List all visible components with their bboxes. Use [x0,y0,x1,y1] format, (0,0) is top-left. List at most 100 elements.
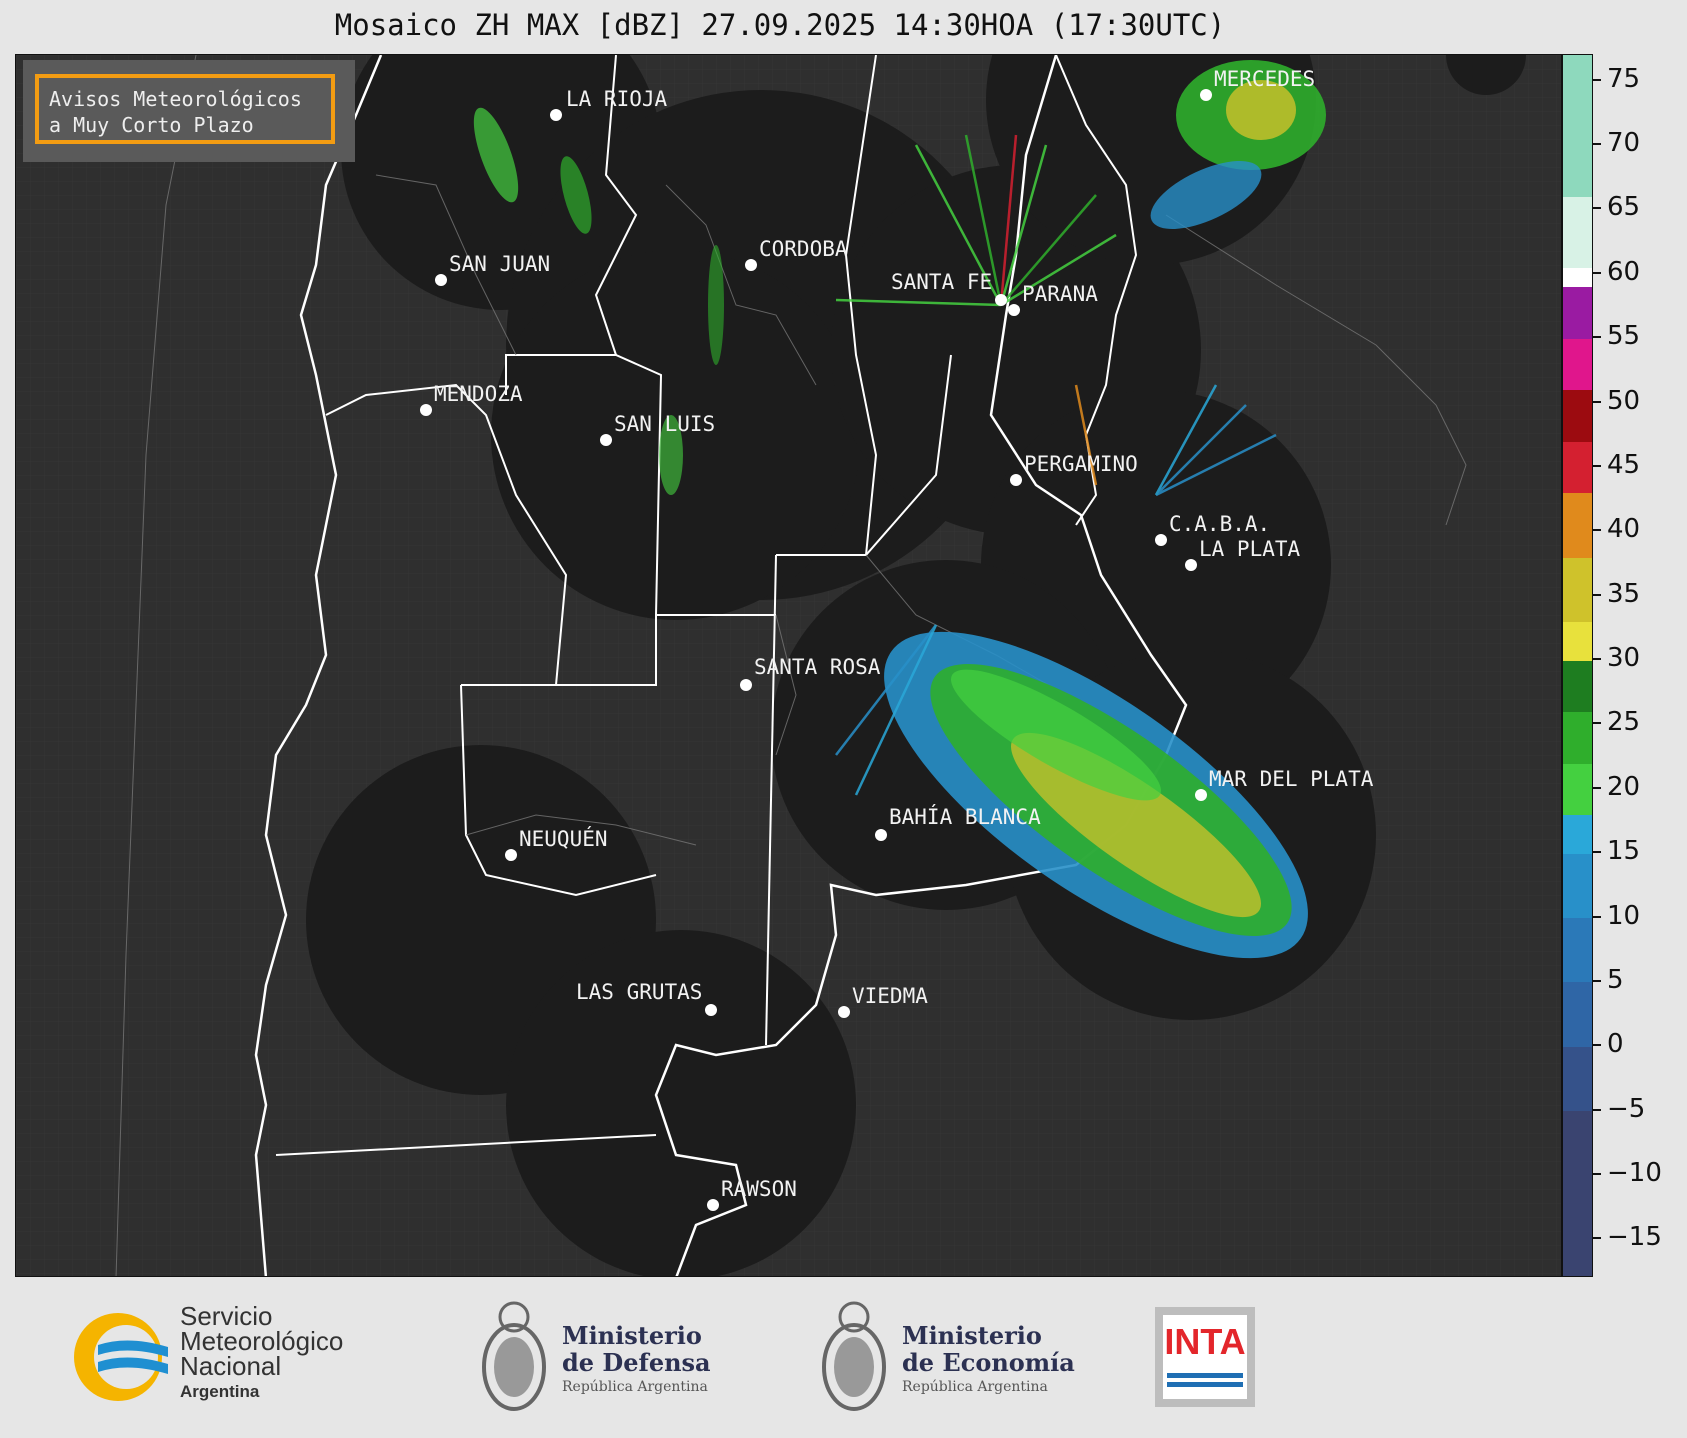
colorbar-tick [1593,207,1601,210]
city-label: VIEDMA [852,984,928,1008]
colorbar-band [1563,338,1592,391]
city-dot [505,849,517,861]
city-dot [1155,534,1167,546]
city-dot [1008,304,1020,316]
colorbar-tick-label: 5 [1607,964,1624,995]
colorbar-band [1563,492,1592,558]
colorbar-band [1563,763,1592,816]
inta-wordmark: INTA [1164,1321,1246,1362]
economia-subtitle: República Argentina [902,1379,1048,1395]
colorbar-band [1563,917,1592,983]
city-dot [1185,559,1197,571]
colorbar-band [1563,557,1592,622]
city-label: CORDOBA [759,237,848,261]
colorbar-band [1563,267,1592,288]
colorbar-tick [1593,915,1601,918]
colorbar-tick-label: 55 [1607,321,1641,352]
colorbar-tick-label: 30 [1607,643,1641,674]
colorbar-tick [1593,271,1601,274]
colorbar-band [1563,621,1592,661]
city-dot [875,829,887,841]
city-dot [838,1006,850,1018]
colorbar-tick-label: 20 [1607,771,1641,802]
city-label: MENDOZA [434,382,523,406]
colorbar-tick [1593,1173,1601,1175]
city-label: LA PLATA [1199,537,1301,561]
city-label: MAR DEL PLATA [1209,767,1374,791]
smn-name: Servicio Meteorológico Nacional Argentin… [180,1301,344,1401]
city-label: SAN JUAN [449,252,551,276]
economia-name: Ministerio de Economía [902,1321,1075,1377]
city-dot [745,259,757,271]
radar-map[interactable]: LA RIOJA SAN JUAN CORDOBA SANTA FE PARANA MER… [15,54,1562,1277]
colorbar-band [1563,981,1592,1047]
economia-seal-icon [818,1297,890,1417]
colorbar-tick-label: 45 [1607,449,1641,480]
city-label: PERGAMINO [1024,452,1138,476]
city-label: LA RIOJA [566,87,668,111]
city-dot [1200,89,1212,101]
colorbar-band [1563,389,1592,442]
inta-logo: INTA [1155,1307,1255,1407]
colorbar-tick-label: 25 [1607,707,1641,738]
colorbar-tick-label: 70 [1607,128,1641,159]
colorbar-tick [1593,1237,1601,1240]
defensa-subtitle: República Argentina [562,1379,708,1395]
colorbar-tick [1593,143,1601,146]
city-dot [995,294,1007,306]
colorbar-band [1563,853,1592,919]
colorbar-tick [1593,786,1601,789]
city-label: LAS GRUTAS [576,980,703,1004]
colorbar-tick-label: −5 [1607,1093,1646,1124]
colorbar-tick [1593,400,1601,403]
city-dot [705,1004,717,1016]
colorbar-tick [1593,78,1601,81]
city-label: MERCEDES [1214,67,1316,91]
city-label: BAHÍA BLANCA [889,805,1041,829]
colorbar-tick-label: −15 [1607,1222,1662,1253]
city-label: SANTA FE [891,270,993,294]
city-dot [1010,474,1022,486]
city-label: C.A.B.A. [1169,512,1271,536]
colorbar-tick [1593,593,1601,596]
colorbar-band [1563,660,1592,713]
colorbar-tick-label: −10 [1607,1158,1662,1188]
colorbar-tick-label: 50 [1607,385,1641,416]
city-label: PARANA [1022,282,1098,306]
city-dot [1195,789,1207,801]
colorbar-band [1563,814,1592,854]
colorbar-band [1563,711,1592,764]
colorbar-tick [1593,464,1601,467]
defensa-seal-icon [478,1297,550,1417]
defensa-name: Ministerio de Defensa [562,1321,711,1377]
smn-logo [68,1307,168,1407]
city-dot [435,274,447,286]
city-dot [740,679,752,691]
colorbar [1562,54,1593,1277]
colorbar-tick-label: 10 [1607,900,1641,931]
colorbar-tick [1593,851,1601,854]
map-title: Mosaico ZH MAX [dBZ] 27.09.2025 14:30HOA… [334,8,1226,42]
city-dot [600,434,612,446]
colorbar-tick [1593,1044,1601,1047]
colorbar-tick-label: 60 [1607,256,1641,287]
colorbar-tick [1593,336,1601,339]
notice-panel[interactable]: Avisos Meteorológicos a Muy Corto Plazo [23,60,355,162]
colorbar-tick-label: 15 [1607,836,1641,867]
colorbar-band [1563,441,1592,494]
colorbar-tick [1593,979,1601,982]
logo-strip: Servicio Meteorológico Nacional Argentin… [0,1277,1687,1438]
colorbar-tick-label: 65 [1607,192,1641,223]
colorbar-tick [1593,658,1601,661]
notice-box[interactable]: Avisos Meteorológicos a Muy Corto Plazo [35,74,335,144]
city-label: RAWSON [721,1177,797,1201]
colorbar-band [1563,1110,1592,1276]
colorbar-tick [1593,1108,1601,1111]
city-dot [420,404,432,416]
notice-line2: a Muy Corto Plazo [49,113,254,137]
city-label: SANTA ROSA [754,655,881,679]
city-label: SAN LUIS [614,412,716,436]
colorbar-tick [1593,722,1601,725]
colorbar-band [1563,286,1592,339]
city-label: NEUQUÉN [519,827,608,851]
